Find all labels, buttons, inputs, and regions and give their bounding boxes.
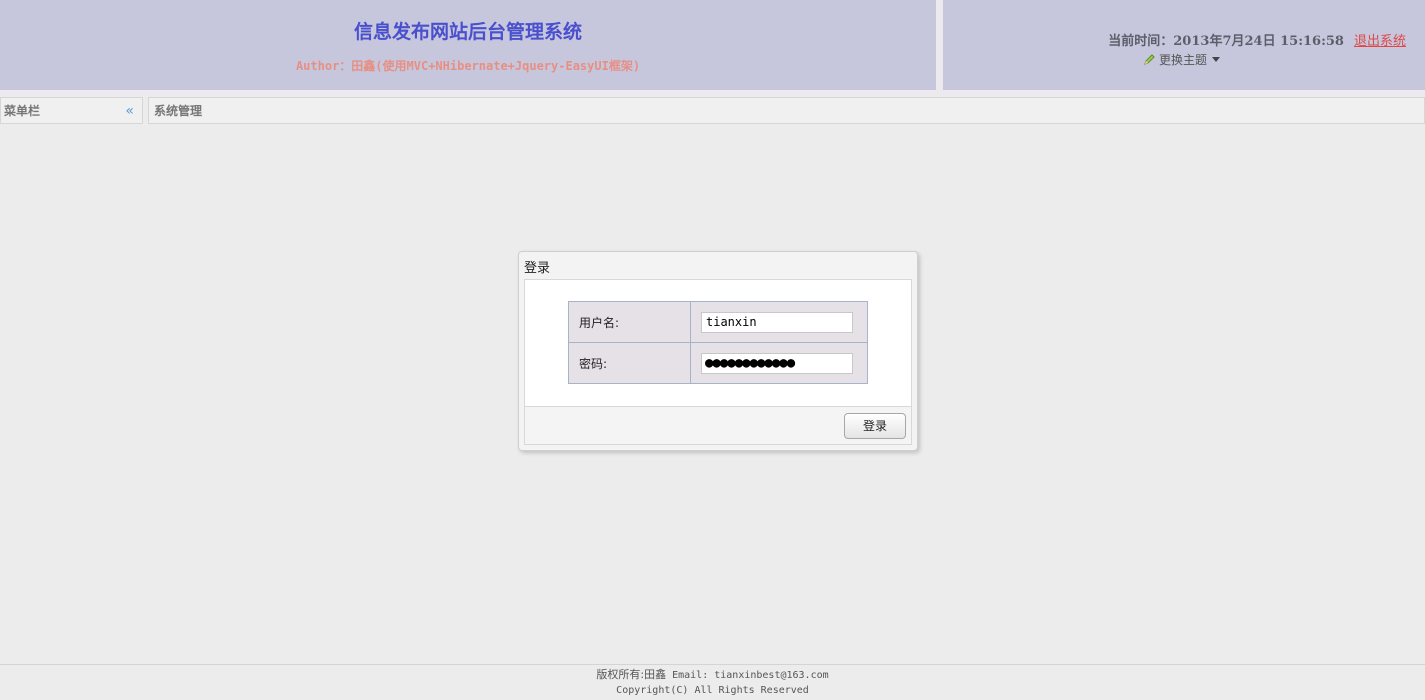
login-dialog-title: 登录: [524, 261, 551, 276]
password-cell: ●●●●●●●●●●●●: [690, 342, 868, 384]
footer-line2: Copyright(C) All Rights Reserved: [616, 685, 809, 696]
password-row: 密码: ●●●●●●●●●●●●: [568, 342, 868, 384]
main-panel-title: 系统管理: [154, 104, 203, 118]
time-value: 2013年7月24日 15:16:58: [1173, 34, 1344, 49]
header: 信息发布网站后台管理系统 Author：田鑫(使用MVC+NHibernate+…: [0, 0, 1425, 97]
logout-link[interactable]: 退出系统: [1354, 34, 1406, 49]
page-footer: 版权所有:田鑫 Email: tianxinbest@163.com Copyr…: [0, 664, 1425, 700]
username-cell: [690, 301, 868, 343]
copyright-owner: 版权所有:田鑫: [596, 668, 667, 681]
pencil-icon: [1143, 53, 1156, 69]
password-label: 密码:: [568, 342, 691, 384]
username-row: 用户名:: [568, 301, 868, 343]
username-input[interactable]: [701, 311, 853, 333]
footer-line1: 版权所有:田鑫 Email: tianxinbest@163.com: [0, 667, 1425, 683]
footer-email: Email: tianxinbest@163.com: [666, 670, 829, 681]
login-button[interactable]: 登录: [844, 413, 906, 439]
double-chevron-left-icon[interactable]: «: [125, 98, 134, 124]
theme-switcher[interactable]: 更换主题: [1143, 51, 1221, 69]
password-input[interactable]: ●●●●●●●●●●●●: [701, 352, 853, 374]
time-label: 当前时间：: [1108, 34, 1174, 49]
header-title-area: 信息发布网站后台管理系统 Author：田鑫(使用MVC+NHibernate+…: [0, 0, 936, 90]
menu-panel-title: 菜单栏: [4, 104, 41, 118]
login-form: 用户名: 密码: ●●●●●●●●●●●●: [524, 279, 912, 407]
site-author: Author：田鑫(使用MVC+NHibernate+Jquery-EasyUI…: [295, 59, 641, 73]
theme-label: 更换主题: [1159, 53, 1208, 67]
main-panel-header: 系统管理: [148, 97, 1425, 124]
menu-panel-header: 菜单栏 «: [0, 97, 143, 124]
caret-down-icon: [1212, 57, 1221, 62]
login-fields-table: 用户名: 密码: ●●●●●●●●●●●●: [568, 301, 868, 384]
username-label: 用户名:: [568, 301, 691, 343]
current-time-row: 当前时间：2013年7月24日 15:16:58 退出系统: [1108, 30, 1406, 49]
site-title: 信息发布网站后台管理系统: [353, 21, 582, 43]
login-dialog-footer: 登录: [524, 407, 912, 445]
login-dialog: 登录 用户名: 密码: ●●●●●●●●●●●● 登录: [518, 251, 918, 451]
